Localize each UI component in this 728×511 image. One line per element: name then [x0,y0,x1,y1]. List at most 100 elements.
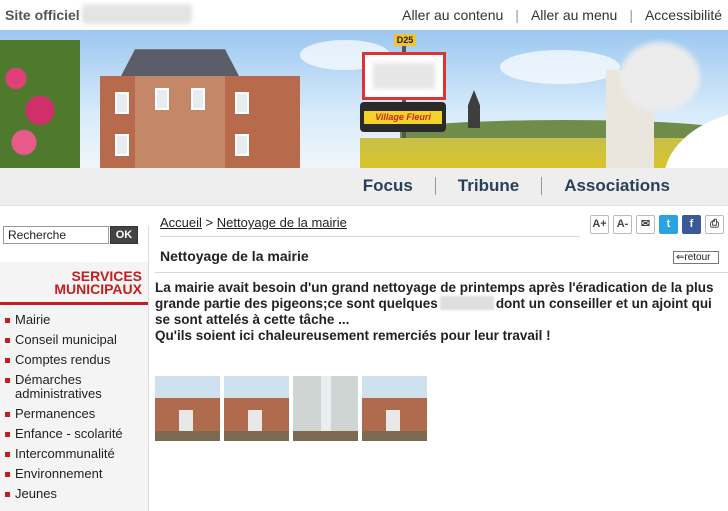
title-divider [155,272,728,273]
sidebar-item-conseil-municipal[interactable]: Conseil municipal [0,330,148,350]
services-menu: Mairie Conseil municipal Comptes rendus … [0,310,148,504]
bullet-icon [5,492,10,497]
services-sidebar: SERVICES MUNICIPAUX Mairie Conseil munic… [0,262,148,511]
bullet-icon [5,358,10,363]
sidebar-item-mairie[interactable]: Mairie [0,310,148,330]
bullet-icon [5,412,10,417]
separator: | [515,7,519,23]
breadcrumb-separator: > [205,215,214,230]
gallery-thumbnail[interactable] [293,376,358,441]
main-nav: Focus Tribune Associations [363,176,670,196]
nav-separator [434,177,436,195]
services-rule [0,302,148,305]
roof [120,49,240,78]
redacted-logo [620,42,700,112]
separator: | [629,7,633,23]
site-label: Site officiel - [5,7,89,23]
nav-separator [541,177,543,195]
back-label: retour [684,252,711,263]
email-icon[interactable]: ✉ [636,215,655,234]
twitter-icon[interactable]: t [659,215,678,234]
window [115,134,129,156]
road-number-sign: D25 [394,34,416,46]
accessibility-links: Aller au contenu | Aller au menu | Acces… [402,7,722,23]
nav-associations[interactable]: Associations [564,176,670,196]
page-title: Nettoyage de la mairie [160,248,309,264]
sidebar-item-demarches[interactable]: Démarches administratives [0,370,148,404]
window [115,92,129,114]
sidebar-item-label: Environnement [15,466,103,481]
sidebar-item-permanences[interactable]: Permanences [0,404,148,424]
thumb-ground [293,431,358,441]
thumb-ground [224,431,289,441]
redacted-site-name [82,4,192,24]
search-ok-button[interactable]: OK [110,226,138,244]
sidebar-item-label: Conseil municipal [15,332,117,347]
skip-to-content-link[interactable]: Aller au contenu [402,7,503,23]
font-decrease-icon[interactable]: A- [613,215,632,234]
font-increase-icon[interactable]: A+ [590,215,609,234]
nav-focus[interactable]: Focus [363,176,413,196]
gallery-thumbnail[interactable] [224,376,289,441]
back-button[interactable]: ⇐retour [673,251,719,264]
sidebar-item-comptes-rendus[interactable]: Comptes rendus [0,350,148,370]
sidebar-item-label: Comptes rendus [15,352,111,367]
bullet-icon [5,338,10,343]
gallery-thumbnail[interactable] [155,376,220,441]
search-input[interactable] [3,226,109,244]
thumb-sky [362,376,427,398]
window [235,92,249,114]
breadcrumb: Accueil > Nettoyage de la mairie [160,215,347,230]
bullet-icon [5,378,10,383]
redacted-word [439,296,494,310]
thumb-sky [155,376,220,398]
sidebar-divider [148,226,149,511]
village-fleuri-sign: Village Fleuri [360,102,446,132]
sidebar-item-label: Démarches administratives [15,372,102,401]
sidebar-item-label: Jeunes [15,486,57,501]
breadcrumb-current-link[interactable]: Nettoyage de la mairie [217,215,347,230]
sidebar-item-jeunes[interactable]: Jeunes [0,484,148,504]
article-thanks: Qu'ils soient ici chaleureusement remerc… [155,328,551,343]
main-nav-bar: Focus Tribune Associations [0,168,728,206]
article-body: La mairie avait besoin d'un grand nettoy… [155,280,725,344]
breadcrumb-home-link[interactable]: Accueil [160,215,202,230]
sidebar-item-label: Mairie [15,312,51,327]
church-steeple [468,90,480,128]
header-banner: D25 Village Fleuri [0,30,728,168]
bullet-icon [5,318,10,323]
gallery-thumbnail[interactable] [362,376,427,441]
page-tools: A+ A- ✉ t f ⎙ [590,215,724,234]
search-box: OK [0,226,148,246]
sidebar-item-label: Permanences [15,406,96,421]
thumb-ground [362,431,427,441]
sidebar-item-label: Enfance - scolarité [15,426,123,441]
cloud [500,50,620,84]
bullet-icon [5,432,10,437]
window [191,88,205,110]
sidebar-item-intercommunalite[interactable]: Intercommunalité [0,444,148,464]
facebook-icon[interactable]: f [682,215,701,234]
nav-tribune[interactable]: Tribune [458,176,519,196]
flower-basket [0,40,80,168]
thumb-ground [155,431,220,441]
village-fleuri-label: Village Fleuri [364,111,442,124]
photo-gallery [155,376,427,441]
print-icon[interactable]: ⎙ [705,215,724,234]
breadcrumb-divider [160,236,580,237]
skip-to-menu-link[interactable]: Aller au menu [531,7,617,23]
window [155,88,169,110]
redacted-town-name [373,63,435,89]
bullet-icon [5,472,10,477]
accessibility-link[interactable]: Accessibilité [645,7,722,23]
window [235,134,249,156]
facade-stone [135,76,225,168]
town-hall-building [75,42,315,168]
top-bar: Site officiel - Aller au contenu | Aller… [0,0,728,30]
bullet-icon [5,452,10,457]
town-entry-sign [362,52,446,100]
services-title: SERVICES MUNICIPAUX [54,269,142,296]
sidebar-item-enfance[interactable]: Enfance - scolarité [0,424,148,444]
sidebar-item-environnement[interactable]: Environnement [0,464,148,484]
thumb-sky [224,376,289,398]
